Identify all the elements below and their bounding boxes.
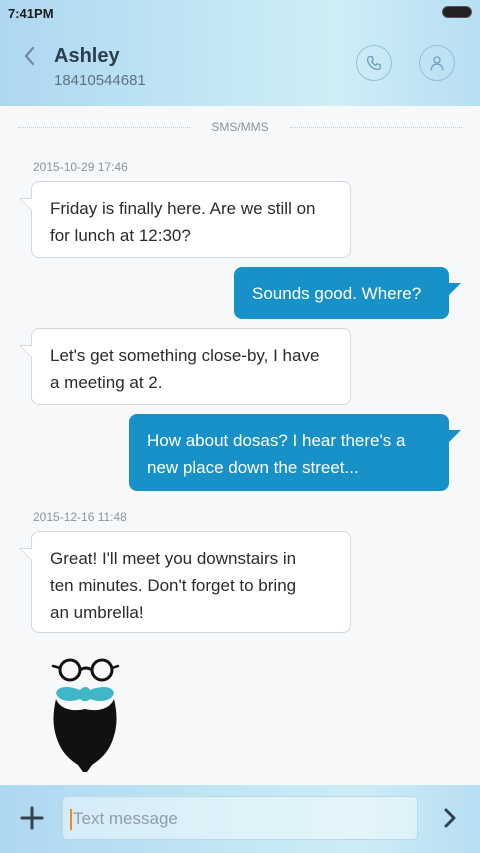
mustache-icon (56, 686, 114, 702)
person-icon (430, 56, 444, 71)
message-timestamp: 2015-10-29 17:46 (33, 160, 128, 174)
message-timestamp: 2015-12-16 11:48 (33, 510, 127, 524)
message-line: Let's get something close-by, I have (50, 346, 320, 365)
plus-icon[interactable] (20, 806, 44, 830)
text-caret (70, 809, 72, 830)
incoming-message-bubble[interactable]: Let's get something close-by, I have a m… (19, 328, 351, 405)
message-line: Sounds good. Where? (252, 284, 422, 303)
message-input-placeholder: Text message (73, 809, 178, 828)
status-bar-time: 7:41PM (8, 6, 54, 21)
outgoing-message-bubble[interactable]: How about dosas? I hear there's a new pl… (129, 414, 461, 491)
message-line: ten minutes. Don't forget to bring (50, 576, 297, 595)
glasses-icon (51, 658, 120, 682)
message-line: for lunch at 12:30? (50, 226, 191, 245)
incoming-message-bubble[interactable]: Friday is finally here. Are we still on … (19, 181, 351, 258)
contact-details-button[interactable] (419, 45, 455, 81)
divider-line-left (18, 127, 190, 128)
battery-icon (442, 6, 472, 18)
message-line: an umbrella! (50, 603, 144, 622)
message-line: Great! I'll meet you downstairs in (50, 549, 297, 568)
send-icon[interactable] (440, 807, 460, 829)
message-line: How about dosas? I hear there's a (147, 431, 406, 450)
message-input[interactable]: Text message (62, 796, 418, 840)
contact-name: Ashley (54, 45, 120, 67)
message-line: new place down the street... (147, 458, 359, 477)
call-button[interactable] (356, 45, 392, 81)
outgoing-message-bubble[interactable]: Sounds good. Where? (234, 267, 461, 319)
beard-icon (53, 699, 117, 772)
back-icon[interactable] (20, 45, 40, 67)
channel-label: SMS/MMS (211, 120, 269, 134)
phone-icon (366, 55, 382, 71)
contact-number: 18410544681 (54, 72, 146, 89)
incoming-message-bubble[interactable]: Great! I'll meet you downstairs in ten m… (19, 531, 351, 633)
divider-line-right (290, 127, 462, 128)
message-line: Friday is finally here. Are we still on (50, 199, 316, 218)
message-line: a meeting at 2. (50, 373, 163, 392)
glasses-beard-mustache-sticker[interactable] (50, 655, 120, 775)
